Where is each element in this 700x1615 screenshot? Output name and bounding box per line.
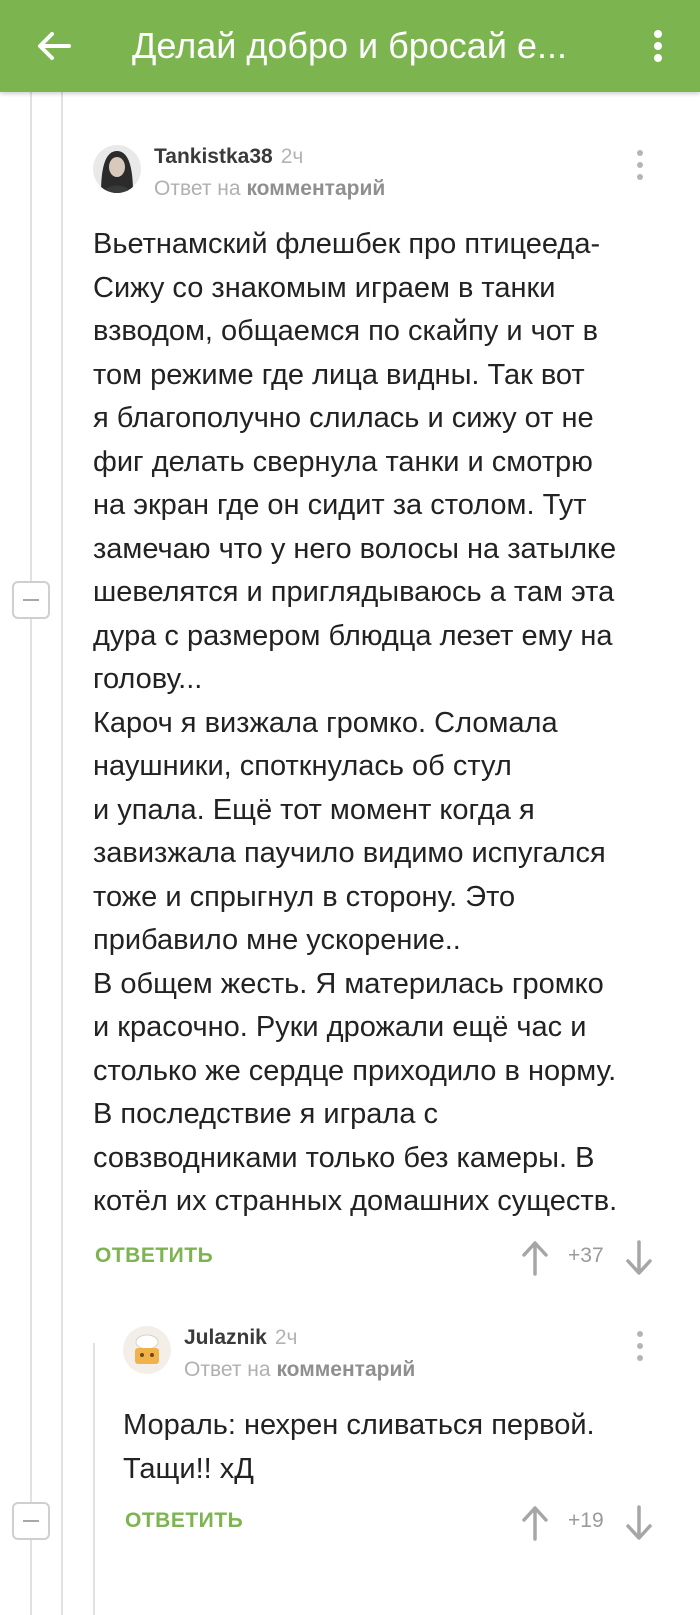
comment-text: Мораль: нехрен сливаться первой. Тащи!! …: [123, 1409, 595, 1485]
user-avatar-icon: [93, 145, 141, 193]
arrow-down-icon[interactable]: [624, 1238, 654, 1278]
comment-header: Julaznik 2ч Ответ на комментарий: [123, 1326, 683, 1386]
arrow-left-icon: [38, 32, 71, 60]
comment: Julaznik 2ч Ответ на комментарий Мораль: …: [123, 1326, 683, 1547]
parent-comment-link[interactable]: комментарий: [246, 177, 385, 200]
minus-icon: [23, 1520, 39, 1522]
comment-actions: ОТВЕТИТЬ +19: [123, 1503, 683, 1547]
arrow-up-icon[interactable]: [520, 1238, 550, 1278]
thread-line: [61, 92, 63, 1615]
more-vertical-icon: [654, 30, 662, 62]
comment-time: 2ч: [274, 1326, 298, 1349]
reply-to-info: Ответ на комментарий: [184, 1358, 416, 1381]
thread-line: [93, 1343, 95, 1615]
avatar[interactable]: [123, 1326, 171, 1374]
comment-rating: +37: [568, 1243, 604, 1267]
thread-line: [30, 92, 32, 1615]
app-bar: Делай добро и бросай е...: [0, 0, 700, 92]
comment-text: Вьетнамский флешбек про птицееда- Сижу с…: [93, 228, 618, 1217]
comment-more-button[interactable]: [628, 1326, 652, 1366]
parent-comment-link[interactable]: комментарий: [276, 1358, 415, 1381]
more-vertical-icon: [637, 150, 643, 156]
more-options-button[interactable]: [638, 18, 678, 74]
comment-header: Tankistka38 2ч Ответ на комментарий: [93, 145, 683, 205]
reply-button[interactable]: ОТВЕТИТЬ: [95, 1244, 213, 1268]
comment-author[interactable]: Julaznik 2ч: [184, 1326, 298, 1350]
reply-to-info: Ответ на комментарий: [154, 177, 386, 200]
collapse-thread-button[interactable]: [12, 1502, 50, 1540]
comment-actions: ОТВЕТИТЬ +37: [93, 1238, 683, 1282]
avatar[interactable]: [93, 145, 141, 193]
arrow-down-icon[interactable]: [624, 1503, 654, 1543]
comment-rating: +19: [568, 1509, 604, 1532]
minus-icon: [23, 599, 39, 601]
comment-more-button[interactable]: [628, 145, 652, 185]
comment-time: 2ч: [280, 145, 304, 168]
more-vertical-icon: [637, 1331, 643, 1337]
chef-avatar-icon: [123, 1326, 171, 1374]
comment-author[interactable]: Tankistka38 2ч: [154, 145, 303, 169]
reply-button[interactable]: ОТВЕТИТЬ: [125, 1509, 243, 1533]
page-title: Делай добро и бросай е...: [132, 25, 567, 66]
comment: Tankistka38 2ч Ответ на комментарий Вьетн…: [93, 145, 683, 1282]
back-button[interactable]: [26, 18, 82, 74]
arrow-up-icon[interactable]: [520, 1503, 550, 1543]
collapse-thread-button[interactable]: [12, 581, 50, 619]
